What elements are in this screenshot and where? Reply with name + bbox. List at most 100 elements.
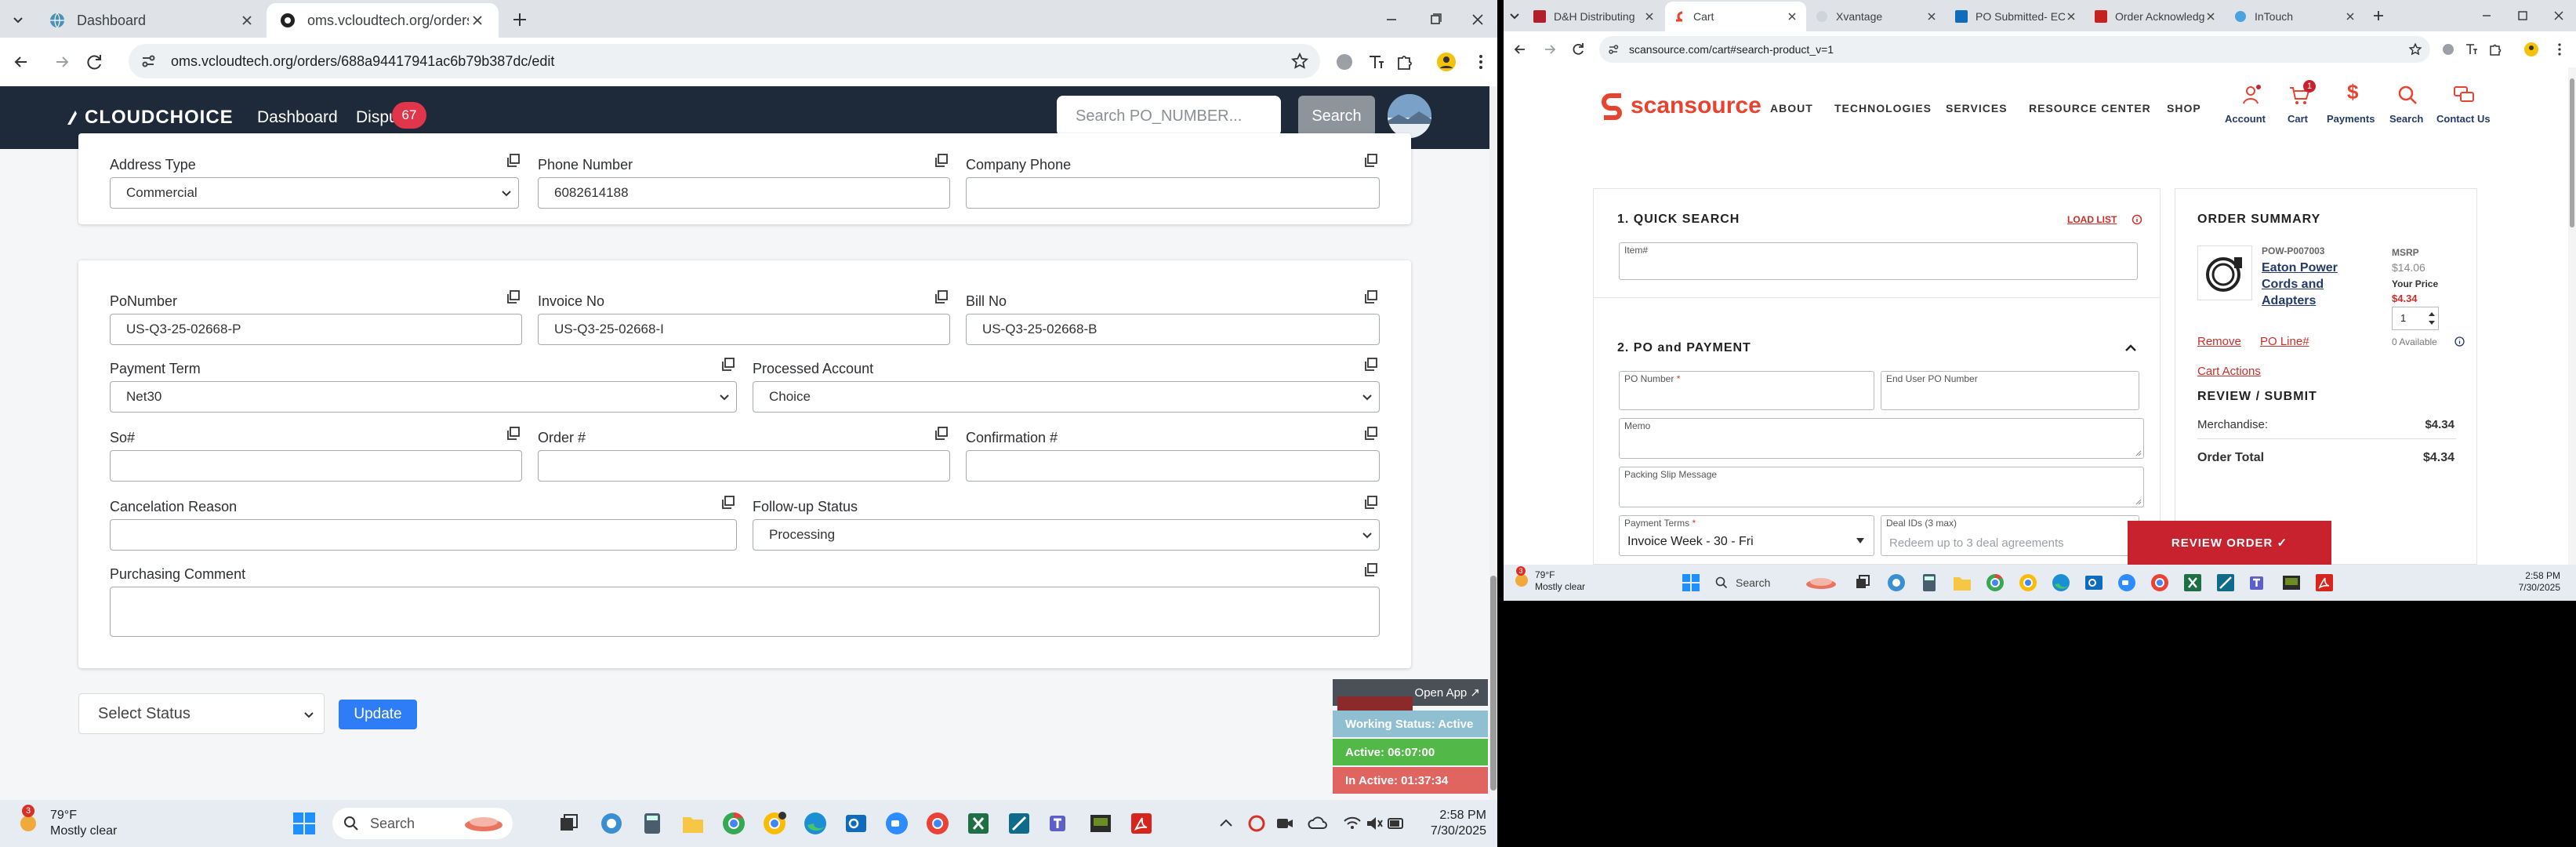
close-window-icon[interactable] xyxy=(1466,8,1489,31)
bill-no-field[interactable]: US-Q3-25-02668-B xyxy=(966,314,1380,345)
ponumber-field[interactable]: US-Q3-25-02668-P xyxy=(110,314,522,345)
product-image[interactable] xyxy=(2197,245,2252,300)
copy-icon[interactable] xyxy=(933,289,950,306)
media-app-icon[interactable] xyxy=(2281,573,2302,593)
select-status-dropdown[interactable]: Select Status xyxy=(78,693,325,734)
url-bar[interactable]: scansource.com/cart#search-product_v=1 xyxy=(1599,36,2430,63)
tab-order-edit[interactable]: oms.vcloudtech.org/orders/688 xyxy=(267,3,499,38)
back-icon[interactable] xyxy=(1511,41,1529,58)
close-tab-icon[interactable] xyxy=(1643,10,1656,23)
close-tab-icon[interactable] xyxy=(1786,10,1798,23)
extensions-puzzle-icon[interactable] xyxy=(1392,50,1416,74)
packing-slip-textarea[interactable]: Packing Slip Message xyxy=(1619,467,2144,507)
invoice-no-field[interactable]: US-Q3-25-02668-I xyxy=(538,314,950,345)
calculator-icon[interactable] xyxy=(1919,573,1939,593)
followup-status-select[interactable]: Processing xyxy=(753,519,1380,551)
weather-widget[interactable]: 3 79°F Mostly clear xyxy=(1513,566,1585,593)
phone-number-field[interactable]: 6082614188 xyxy=(538,177,950,209)
snipping-tool-icon[interactable] xyxy=(2215,573,2236,593)
tab-order-acknowledgement[interactable]: Order Acknowledge xyxy=(2087,2,2225,31)
product-name-link[interactable]: Eaton Power Cords and Adapters xyxy=(2262,260,2371,309)
processed-account-select[interactable]: Choice xyxy=(753,381,1380,413)
text-format-icon[interactable] xyxy=(2463,41,2480,58)
close-tab-icon[interactable] xyxy=(2344,10,2356,23)
copy-icon[interactable] xyxy=(1362,289,1380,306)
close-tab-icon[interactable] xyxy=(238,12,256,29)
copy-icon[interactable] xyxy=(1362,356,1380,373)
order-number-field[interactable] xyxy=(538,450,950,482)
zoom-icon[interactable] xyxy=(884,811,909,836)
confirmation-field[interactable] xyxy=(966,450,1380,482)
volume-icon[interactable] xyxy=(1364,811,1384,836)
extensions-puzzle-icon[interactable] xyxy=(2487,41,2504,58)
media-app-icon[interactable] xyxy=(1088,811,1113,836)
tab-dh-distributing[interactable]: D&H Distributing xyxy=(1526,2,1664,31)
reload-icon[interactable] xyxy=(1569,41,1587,58)
menu-services[interactable]: SERVICES xyxy=(1946,102,2008,115)
chrome-profile-icon[interactable] xyxy=(762,811,787,836)
scrollbar-thumb[interactable] xyxy=(2570,78,2574,227)
outlook-icon[interactable] xyxy=(2084,573,2104,593)
menu-kebab-icon[interactable] xyxy=(2551,41,2568,58)
task-view-icon[interactable] xyxy=(1853,573,1874,593)
battery-icon[interactable] xyxy=(1386,811,1406,836)
menu-about[interactable]: ABOUT xyxy=(1770,102,1813,115)
info-icon[interactable] xyxy=(2132,214,2142,225)
bookmark-star-icon[interactable] xyxy=(1290,52,1309,71)
copy-icon[interactable] xyxy=(505,152,522,169)
stepper-arrows-icon[interactable] xyxy=(2428,310,2436,327)
contact-us-label[interactable]: Contact Us xyxy=(2436,113,2491,125)
cancelation-reason-field[interactable] xyxy=(110,519,737,551)
network-app-icon[interactable] xyxy=(599,811,624,836)
avatar[interactable] xyxy=(1388,94,1431,138)
edge-icon[interactable] xyxy=(2051,573,2071,593)
account-icon[interactable] xyxy=(2239,83,2262,107)
info-icon[interactable] xyxy=(2454,336,2465,347)
search-label[interactable]: Search xyxy=(2389,113,2423,125)
memo-textarea[interactable]: Memo xyxy=(1619,418,2144,459)
chevron-up-icon[interactable] xyxy=(2124,341,2138,355)
menu-resource-center[interactable]: RESOURCE CENTER xyxy=(2029,102,2151,115)
cloud-sync-icon[interactable] xyxy=(1308,811,1328,836)
copy-icon[interactable] xyxy=(1362,562,1380,579)
tab-search-chevron-icon[interactable] xyxy=(8,9,28,30)
deal-ids-input[interactable]: Deal IDs (3 max) Redeem up to 3 deal agr… xyxy=(1881,515,2139,556)
load-list-link[interactable]: LOAD LIST xyxy=(2067,214,2117,225)
tab-cart[interactable]: Cart xyxy=(1665,2,1806,31)
edge-icon[interactable] xyxy=(803,811,828,836)
search-button[interactable]: Search xyxy=(1298,96,1375,136)
windows-start-icon[interactable] xyxy=(1681,573,1701,593)
end-user-po-input[interactable]: End User PO Number xyxy=(1881,371,2139,410)
purchasing-comment-textarea[interactable] xyxy=(110,587,1380,637)
quantity-stepper[interactable]: 1 xyxy=(2392,307,2439,330)
cart-label[interactable]: Cart xyxy=(2288,113,2308,125)
antivirus-tray-icon[interactable] xyxy=(1246,811,1267,836)
profile-icon[interactable] xyxy=(1435,50,1458,74)
back-icon[interactable] xyxy=(9,50,33,74)
calculator-icon[interactable] xyxy=(640,811,665,836)
chrome-profile-icon[interactable] xyxy=(2018,573,2038,593)
extension-circle-icon[interactable] xyxy=(1333,50,1356,74)
copy-icon[interactable] xyxy=(1362,494,1380,511)
site-info-icon[interactable] xyxy=(1607,43,1620,56)
copy-icon[interactable] xyxy=(505,289,522,306)
page-scrollbar[interactable] xyxy=(1489,86,1497,800)
new-tab-icon[interactable] xyxy=(2372,9,2385,22)
meet-now-icon[interactable] xyxy=(1275,811,1295,836)
resize-handle-icon[interactable] xyxy=(2134,449,2142,456)
snipping-tool-icon[interactable] xyxy=(1007,811,1032,836)
excel-icon[interactable] xyxy=(2182,573,2203,593)
po-line-link[interactable]: PO Line# xyxy=(2260,335,2309,348)
copy-icon[interactable] xyxy=(933,152,950,169)
po-search-input[interactable] xyxy=(1057,96,1281,136)
new-tab-icon[interactable] xyxy=(510,9,530,30)
contact-chat-icon[interactable] xyxy=(2452,83,2476,107)
copy-icon[interactable] xyxy=(720,356,737,373)
file-explorer-icon[interactable] xyxy=(680,811,706,836)
acrobat-icon[interactable] xyxy=(2314,573,2335,593)
payment-terms-select[interactable]: Payment Terms * Invoice Week - 30 - Fri xyxy=(1619,515,1874,556)
zoom-icon[interactable] xyxy=(2117,573,2137,593)
weather-widget[interactable]: 3 79°F Mostly clear xyxy=(16,805,117,839)
so-number-field[interactable] xyxy=(110,450,522,482)
company-phone-field[interactable] xyxy=(966,177,1380,209)
